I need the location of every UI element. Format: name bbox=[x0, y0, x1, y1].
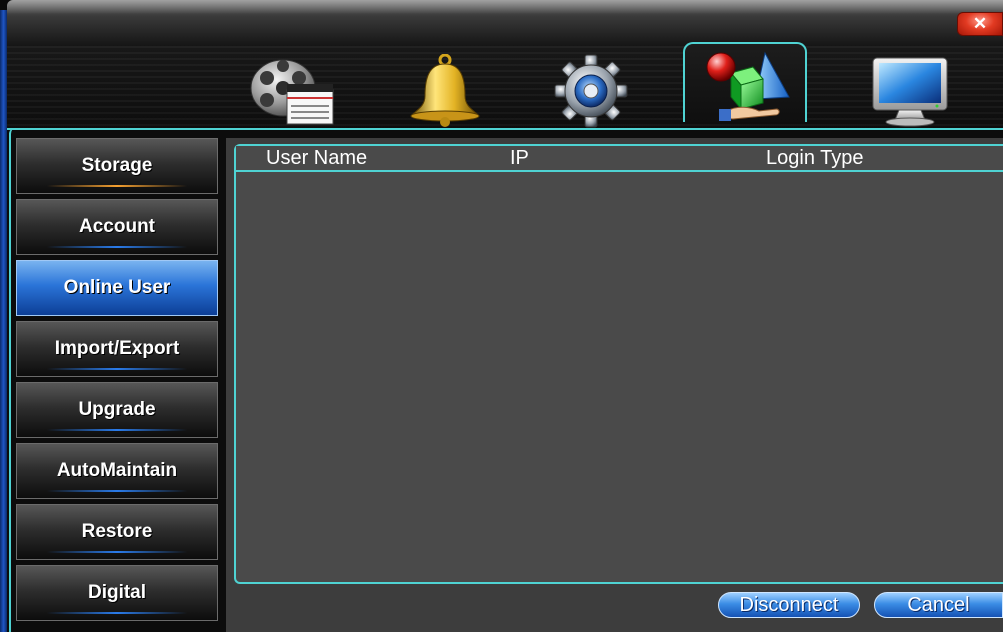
sidebar-item-underline bbox=[47, 612, 187, 614]
sidebar-item-label: Restore bbox=[81, 521, 153, 542]
sidebar-item-label: Digital bbox=[87, 582, 147, 603]
tab-system[interactable] bbox=[529, 52, 653, 130]
sidebar-item-underline bbox=[47, 490, 187, 492]
table-header: User Name IP Login Type bbox=[236, 146, 1003, 172]
sidebar: Storage Account Online User Import/Expor… bbox=[16, 138, 218, 632]
advanced-shapes-icon bbox=[706, 51, 790, 121]
column-header-user-name[interactable]: User Name bbox=[266, 147, 367, 170]
tab-alarm[interactable] bbox=[381, 52, 505, 130]
close-button[interactable]: ✕ bbox=[957, 12, 1003, 36]
window-frame-edge bbox=[0, 10, 7, 632]
alarm-bell-icon bbox=[410, 54, 480, 127]
sidebar-item-account[interactable]: Account bbox=[16, 199, 218, 255]
close-icon: ✕ bbox=[972, 14, 988, 33]
sidebar-item-underline bbox=[47, 185, 187, 187]
sidebar-item-label: Upgrade bbox=[78, 399, 156, 420]
sidebar-item-underline bbox=[47, 368, 187, 370]
tab-advanced[interactable] bbox=[683, 42, 807, 122]
tab-record[interactable] bbox=[233, 52, 357, 130]
cancel-button[interactable]: Cancel bbox=[874, 592, 1003, 618]
sidebar-item-import-export[interactable]: Import/Export bbox=[16, 321, 218, 377]
sidebar-item-upgrade[interactable]: Upgrade bbox=[16, 382, 218, 438]
monitor-icon bbox=[872, 57, 948, 127]
sidebar-item-underline bbox=[47, 551, 187, 553]
sidebar-item-automaintain[interactable]: AutoMaintain bbox=[16, 443, 218, 499]
sidebar-item-label: Storage bbox=[81, 155, 153, 176]
gear-icon bbox=[554, 54, 628, 128]
column-header-login-type[interactable]: Login Type bbox=[766, 147, 864, 170]
sidebar-item-label: AutoMaintain bbox=[56, 460, 178, 481]
film-reel-icon bbox=[250, 59, 334, 125]
title-bar-sheen bbox=[7, 0, 1003, 14]
sidebar-item-underline bbox=[47, 246, 187, 248]
sidebar-item-online-user[interactable]: Online User bbox=[16, 260, 218, 316]
column-header-ip[interactable]: IP bbox=[510, 147, 529, 170]
top-toolbar bbox=[7, 42, 1003, 130]
sidebar-item-restore[interactable]: Restore bbox=[16, 504, 218, 560]
sidebar-item-digital[interactable]: Digital bbox=[16, 565, 218, 621]
advanced-settings-window: ✕ Storage Account Online User Import/Exp… bbox=[0, 0, 1003, 632]
content-frame-edge bbox=[9, 128, 15, 632]
sidebar-item-label: Online User bbox=[63, 277, 171, 298]
title-bar: ✕ bbox=[7, 0, 1003, 46]
tab-info[interactable] bbox=[847, 52, 971, 130]
disconnect-button[interactable]: Disconnect bbox=[718, 592, 860, 618]
online-user-table[interactable]: User Name IP Login Type bbox=[234, 144, 1003, 584]
sidebar-item-label: Import/Export bbox=[54, 338, 180, 359]
sidebar-item-label: Account bbox=[79, 216, 155, 237]
sidebar-item-storage[interactable]: Storage bbox=[16, 138, 218, 194]
sidebar-item-underline bbox=[47, 429, 187, 431]
